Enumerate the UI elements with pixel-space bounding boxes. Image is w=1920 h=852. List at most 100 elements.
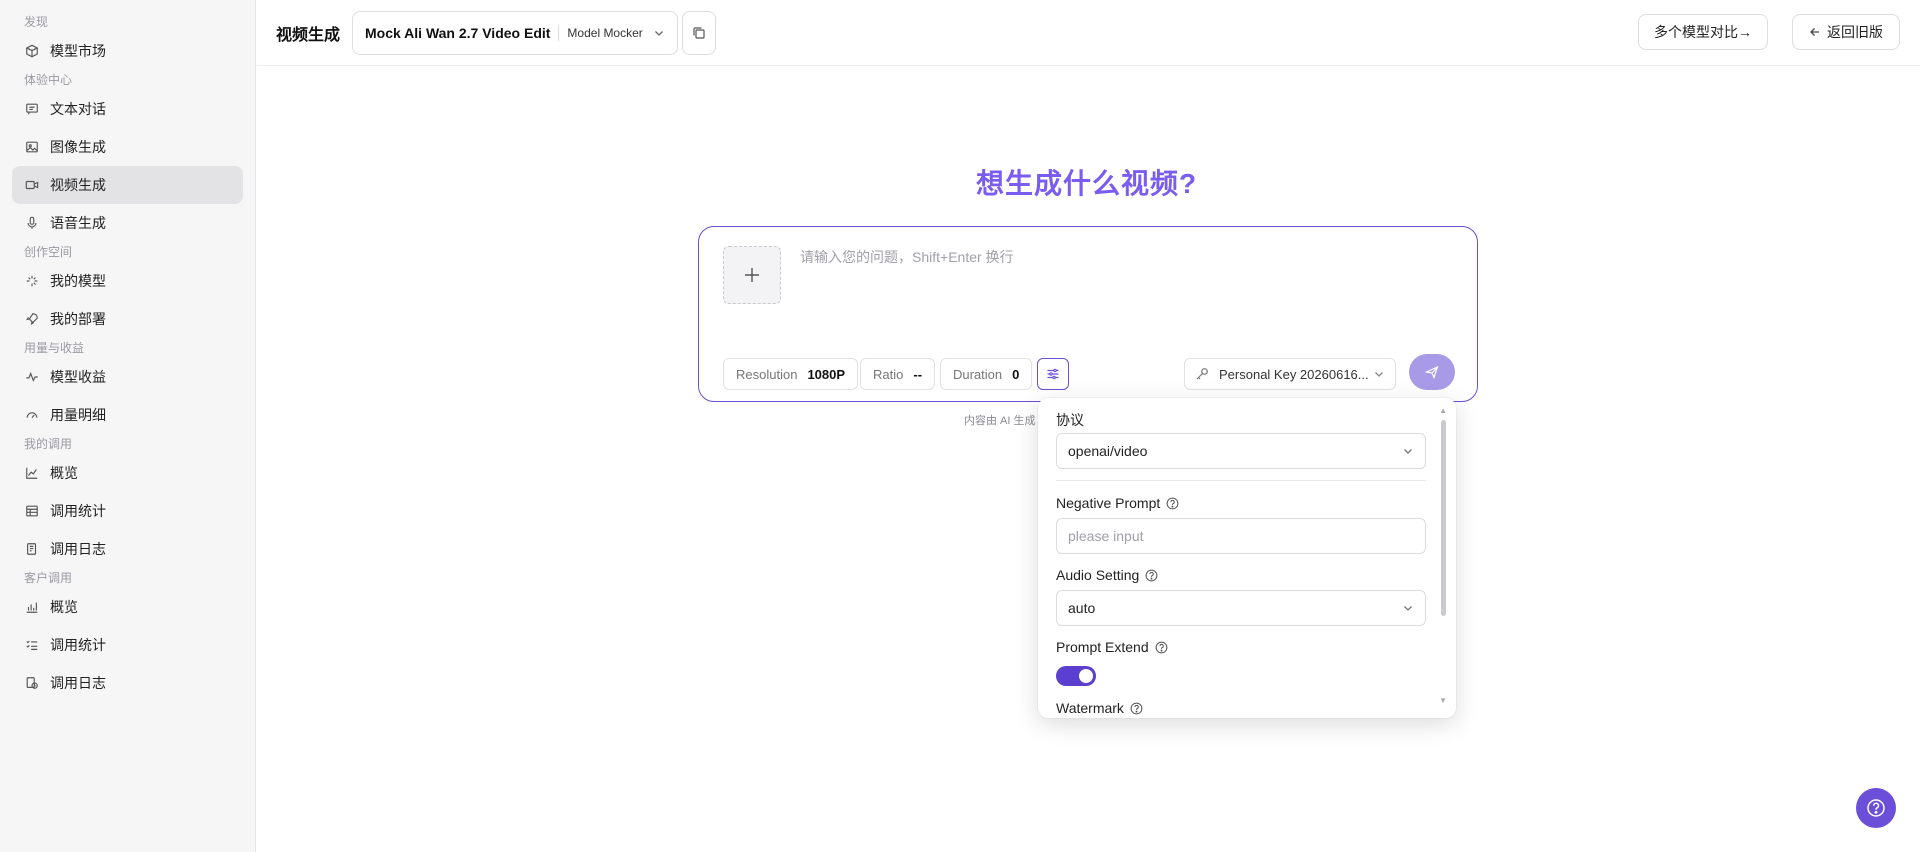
copy-button[interactable] <box>682 10 717 55</box>
checklist-icon <box>24 637 40 653</box>
sidebar-item-label: 图像生成 <box>50 139 106 155</box>
scroll-down-arrow-icon[interactable]: ▼ <box>1439 696 1447 705</box>
mic-icon <box>24 215 40 231</box>
sidebar-item-video-gen[interactable]: 视频生成 <box>12 166 243 204</box>
sidebar-item-label: 我的模型 <box>50 273 106 289</box>
ratio-chip[interactable]: Ratio -- <box>860 358 936 390</box>
sidebar-item-voice-gen[interactable]: 语音生成 <box>12 204 243 242</box>
watermark-label-text: Watermark <box>1056 700 1124 716</box>
help-circle-icon[interactable] <box>1166 497 1179 510</box>
protocol-select[interactable]: openai/video <box>1056 433 1426 469</box>
help-fab-button[interactable] <box>1856 788 1896 828</box>
prompt-input[interactable]: 请输入您的问题，Shift+Enter 换行 <box>800 247 1014 267</box>
sidebar-item-label: 模型市场 <box>50 43 106 59</box>
chat-icon <box>24 101 40 117</box>
log-icon <box>24 541 40 557</box>
sidebar-item-text-chat[interactable]: 文本对话 <box>12 90 243 128</box>
video-icon <box>24 177 40 193</box>
api-key-select[interactable]: Personal Key 20260616... <box>1184 358 1396 390</box>
help-circle-icon[interactable] <box>1145 569 1158 582</box>
resolution-label: Resolution <box>736 366 798 382</box>
resolution-value: 1080P <box>807 366 846 382</box>
help-circle-icon[interactable] <box>1155 641 1168 654</box>
top-header: 视频生成 Mock Ali Wan 2.7 Video Edit Model M… <box>257 0 1920 66</box>
sidebar-item-model-revenue[interactable]: 模型收益 <box>12 358 243 396</box>
pulse-icon <box>24 369 40 385</box>
gauge-icon <box>24 407 40 423</box>
sliders-icon <box>1046 367 1060 381</box>
negative-prompt-input[interactable]: please input <box>1056 518 1426 554</box>
ratio-label: Ratio <box>873 366 904 382</box>
sidebar-item-my-models[interactable]: 我的模型 <box>12 262 243 300</box>
compare-models-button[interactable]: 多个模型对比→ <box>1638 14 1768 50</box>
model-separator <box>558 24 560 41</box>
ai-generated-note: 内容由 AI 生成 <box>964 415 1036 427</box>
sidebar-item-image-gen[interactable]: 图像生成 <box>12 128 243 166</box>
negative-prompt-label: Negative Prompt <box>1056 495 1179 511</box>
send-button[interactable] <box>1409 354 1455 390</box>
protocol-value: openai/video <box>1068 443 1148 459</box>
sidebar-item-label: 文本对话 <box>50 101 106 117</box>
resolution-chip[interactable]: Resolution 1080P <box>723 358 859 390</box>
sidebar-item-label: 调用统计 <box>50 637 106 653</box>
upload-button[interactable] <box>723 246 781 304</box>
back-old-version-button[interactable]: 返回旧版 <box>1792 14 1900 50</box>
model-name: Mock Ali Wan 2.7 Video Edit <box>365 24 551 41</box>
sidebar-item-label: 语音生成 <box>50 215 106 231</box>
prompt-extend-toggle[interactable] <box>1056 666 1096 686</box>
sidebar-item-client-logs[interactable]: 调用日志 <box>12 664 243 702</box>
popover-scrollbar[interactable] <box>1441 420 1446 616</box>
sidebar: 发现 模型市场 体验中心 文本对话 图像生成 视频生成 语音生成 创作空间 我的… <box>0 0 256 852</box>
copy-icon <box>692 26 706 40</box>
sidebar-item-model-market[interactable]: 模型市场 <box>12 32 243 70</box>
duration-label: Duration <box>953 366 1003 382</box>
compare-models-label: 多个模型对比→ <box>1654 24 1752 40</box>
protocol-label: 协议 <box>1056 410 1084 430</box>
question-circle-icon <box>1866 798 1886 818</box>
chevron-down-icon <box>653 27 665 39</box>
protocol-label-text: 协议 <box>1056 412 1084 428</box>
duration-value: 0 <box>1012 366 1020 382</box>
negative-prompt-label-text: Negative Prompt <box>1056 495 1161 511</box>
section-title-usage: 用量与收益 <box>24 341 85 355</box>
settings-popover: 协议 openai/video Negative Prompt please i… <box>1038 398 1456 718</box>
section-title-client-calls: 客户调用 <box>24 571 73 585</box>
sidebar-item-label: 概览 <box>50 599 78 615</box>
help-circle-icon[interactable] <box>1130 702 1143 715</box>
sidebar-item-label: 调用日志 <box>50 541 106 557</box>
sidebar-item-my-logs[interactable]: 调用日志 <box>12 530 243 568</box>
model-select[interactable]: Mock Ali Wan 2.7 Video Edit Model Mocker <box>352 10 679 55</box>
popover-divider <box>1056 480 1426 481</box>
plus-icon <box>743 266 761 284</box>
clock-log-icon <box>24 675 40 691</box>
settings-toggle-button[interactable] <box>1037 358 1069 390</box>
section-title-create: 创作空间 <box>24 245 73 259</box>
sidebar-item-label: 模型收益 <box>50 369 106 385</box>
audio-setting-label-text: Audio Setting <box>1056 567 1140 583</box>
model-provider: Model Mocker <box>567 25 643 40</box>
sidebar-item-my-overview[interactable]: 概览 <box>12 454 243 492</box>
bar-chart-icon <box>24 599 40 615</box>
section-title-my-calls: 我的调用 <box>24 437 73 451</box>
duration-chip[interactable]: Duration 0 <box>940 358 1033 390</box>
sidebar-item-my-stats[interactable]: 调用统计 <box>12 492 243 530</box>
table-icon <box>24 503 40 519</box>
send-icon <box>1425 365 1439 379</box>
sidebar-item-usage-detail[interactable]: 用量明细 <box>12 396 243 434</box>
sidebar-item-my-deploy[interactable]: 我的部署 <box>12 300 243 338</box>
prompt-extend-label: Prompt Extend <box>1056 639 1168 655</box>
audio-setting-select[interactable]: auto <box>1056 590 1426 626</box>
sidebar-item-client-overview[interactable]: 概览 <box>12 588 243 626</box>
chevron-down-icon <box>1402 445 1414 457</box>
sidebar-item-label: 调用日志 <box>50 675 106 691</box>
back-old-version-label: 返回旧版 <box>1827 24 1883 40</box>
api-key-value: Personal Key 20260616... <box>1219 366 1369 382</box>
chevron-down-icon <box>1402 602 1414 614</box>
chevron-down-icon <box>1373 368 1385 380</box>
section-title-experience: 体验中心 <box>24 73 73 87</box>
cube-icon <box>24 43 40 59</box>
scroll-up-arrow-icon[interactable]: ▲ <box>1439 406 1447 415</box>
watermark-label: Watermark <box>1056 700 1143 716</box>
sidebar-item-client-stats[interactable]: 调用统计 <box>12 626 243 664</box>
audio-setting-label: Audio Setting <box>1056 567 1158 583</box>
